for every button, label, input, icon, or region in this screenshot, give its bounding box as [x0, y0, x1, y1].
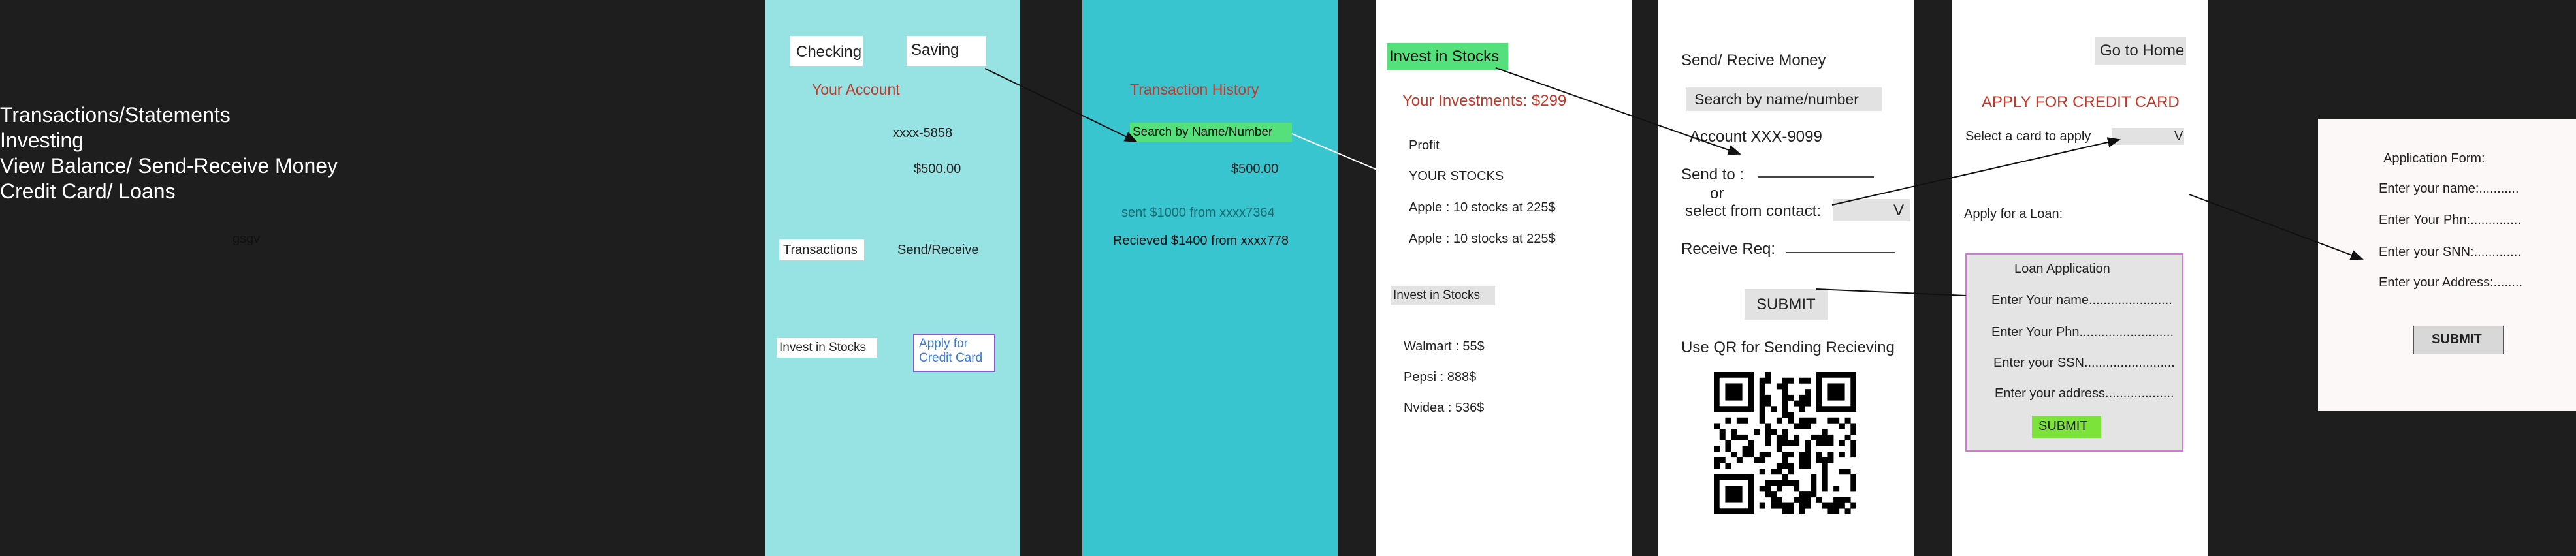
- send-title: Send/ Recive Money: [1681, 52, 1826, 69]
- invest-stocks-button-label: Invest in Stocks: [1393, 288, 1481, 302]
- checking-tab-label: Checking: [796, 43, 862, 61]
- qr-code-icon: [1714, 372, 1856, 514]
- form-field[interactable]: Enter your name:...........: [2379, 181, 2519, 196]
- or-label: or: [1710, 185, 1724, 202]
- history-title: Transaction History: [1130, 81, 1259, 98]
- contact-dropdown-value: V: [1893, 202, 1905, 219]
- credit-title: APPLY FOR CREDIT CARD: [1982, 93, 2180, 111]
- loan-field[interactable]: Enter your address...................: [1995, 386, 2174, 401]
- send-to-input[interactable]: [1758, 176, 1874, 178]
- go-home-label: Go to Home: [2100, 42, 2185, 59]
- credit-card-button-label: Apply for Credit Card: [919, 337, 983, 365]
- select-contact-label: select from contact:: [1685, 202, 1822, 220]
- saving-tab-label: Saving: [911, 41, 959, 59]
- form-field[interactable]: Enter your Address:........: [2379, 275, 2522, 290]
- profit-label: Profit: [1409, 138, 1440, 153]
- qr-caption: Use QR for Sending Recieving: [1681, 339, 1895, 356]
- history-balance: $500.00: [1231, 162, 1279, 176]
- invest-screen: Invest in Stocks Your Investments: $299 …: [1376, 0, 1632, 556]
- transaction-sent: sent $1000 from xxxx7364: [1121, 206, 1275, 220]
- application-form: Application Form: Enter your name:......…: [2318, 119, 2576, 411]
- form-title: Application Form:: [2383, 151, 2485, 166]
- note-line-4: Credit Card/ Loans: [0, 179, 176, 203]
- invest-header: Invest in Stocks: [1389, 48, 1500, 65]
- history-search-label: Search by Name/Number: [1133, 125, 1273, 139]
- send-to-label: Send to :: [1681, 166, 1745, 183]
- stock-price-row: Walmart : 55$: [1404, 339, 1485, 354]
- your-stocks-label: YOUR STOCKS: [1409, 169, 1504, 183]
- form-field[interactable]: Enter your SNN:.............: [2379, 245, 2521, 260]
- send-account: Account XXX-9099: [1690, 128, 1822, 146]
- credit-screen: Go to Home APPLY FOR CREDIT CARD Select …: [1952, 0, 2208, 556]
- transaction-received: Recieved $1400 from xxxx778: [1113, 234, 1289, 248]
- card-dropdown-value: V: [2174, 129, 2183, 144]
- send-receive-link[interactable]: Send/Receive: [897, 243, 979, 258]
- send-search-label: Search by name/number: [1694, 91, 1859, 108]
- note-line-3: View Balance/ Send-Receive Money: [0, 154, 338, 178]
- loan-title: Loan Application: [2014, 262, 2110, 276]
- holding-row: Apple : 10 stocks at 225$: [1409, 232, 1556, 246]
- note-line-1: Transactions/Statements: [0, 103, 231, 127]
- investments-total: Your Investments: $299: [1402, 92, 1567, 110]
- holding-row: Apple : 10 stocks at 225$: [1409, 200, 1556, 215]
- receive-req-input[interactable]: [1786, 252, 1895, 253]
- send-submit-label: SUBMIT: [1756, 296, 1816, 313]
- apply-loan-label: Apply for a Loan:: [1964, 207, 2063, 221]
- note-line-2: Investing: [0, 129, 84, 152]
- history-screen: Transaction History Search by Name/Numbe…: [1082, 0, 1338, 556]
- stock-price-row: Nvidea : 536$: [1404, 401, 1485, 415]
- card-dropdown[interactable]: [2112, 128, 2184, 145]
- account-number: xxxx-5858: [893, 126, 953, 140]
- loan-submit-label: SUBMIT: [2038, 419, 2088, 433]
- send-screen: Send/ Recive Money Search by name/number…: [1658, 0, 1914, 556]
- account-balance: $500.00: [914, 162, 961, 176]
- receive-req-label: Receive Req:: [1681, 240, 1776, 258]
- account-title: Your Account: [812, 81, 900, 98]
- select-card-label: Select a card to apply: [1965, 129, 2091, 144]
- transactions-button-label: Transactions: [783, 243, 858, 257]
- scribble-text: gsgv: [233, 232, 261, 246]
- form-submit-label: SUBMIT: [2432, 332, 2482, 347]
- loan-field[interactable]: Enter Your name.......................: [1991, 293, 2172, 308]
- form-field[interactable]: Enter Your Phn:..............: [2379, 213, 2521, 228]
- loan-field[interactable]: Enter Your Phn..........................: [1991, 325, 2174, 340]
- invest-button-label: Invest in Stocks: [779, 341, 867, 354]
- account-screen: Checking Saving Your Account xxxx-5858 $…: [765, 0, 1020, 556]
- stock-price-row: Pepsi : 888$: [1404, 370, 1477, 384]
- loan-field[interactable]: Enter your SSN.........................: [1993, 356, 2175, 371]
